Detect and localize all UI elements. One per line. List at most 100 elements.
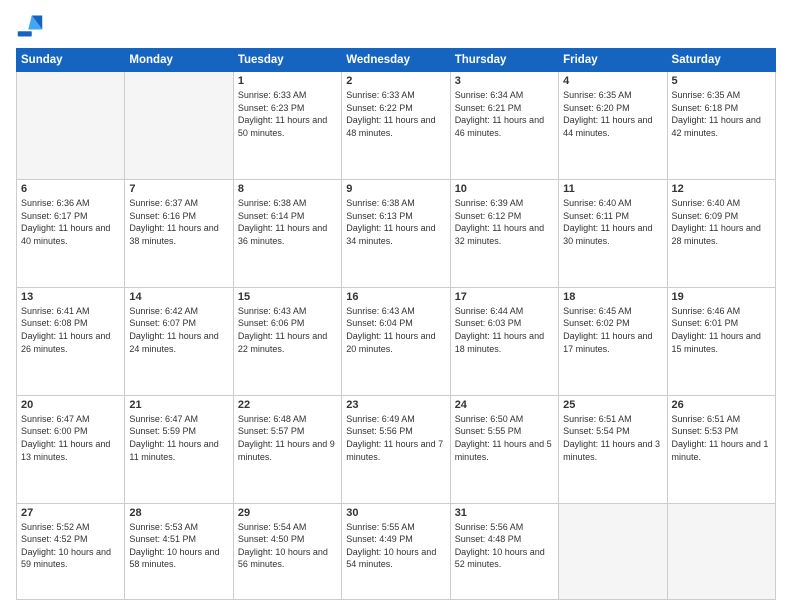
day-number: 9 — [346, 183, 445, 195]
day-number: 18 — [563, 291, 662, 303]
calendar-cell: 8 Sunrise: 6:38 AM Sunset: 6:14 PM Daylig… — [233, 179, 341, 287]
cell-sun-info: Sunrise: 6:33 AM Sunset: 6:23 PM Dayligh… — [238, 89, 337, 139]
cell-sun-info: Sunrise: 6:34 AM Sunset: 6:21 PM Dayligh… — [455, 89, 554, 139]
cell-sun-info: Sunrise: 6:47 AM Sunset: 5:59 PM Dayligh… — [129, 413, 228, 463]
day-number: 2 — [346, 75, 445, 87]
logo-icon — [16, 12, 44, 40]
cell-sun-info: Sunrise: 5:53 AM Sunset: 4:51 PM Dayligh… — [129, 521, 228, 571]
day-number: 12 — [672, 183, 771, 195]
day-number: 27 — [21, 507, 120, 519]
day-number: 24 — [455, 399, 554, 411]
day-number: 7 — [129, 183, 228, 195]
calendar-cell: 17Sunrise: 6:44 AM Sunset: 6:03 PM Dayli… — [450, 287, 558, 395]
calendar-cell: 2 Sunrise: 6:33 AM Sunset: 6:22 PM Daylig… — [342, 72, 450, 180]
day-number: 13 — [21, 291, 120, 303]
weekday-header-sunday: Sunday — [17, 49, 125, 72]
calendar-row-1: 6 Sunrise: 6:36 AM Sunset: 6:17 PM Daylig… — [17, 179, 776, 287]
calendar-cell: 13 Sunrise: 6:41 AM Sunset: 6:08 PM Dayli… — [17, 287, 125, 395]
calendar-cell: 19 Sunrise: 6:46 AM Sunset: 6:01 PM Dayli… — [667, 287, 775, 395]
weekday-header-monday: Monday — [125, 49, 233, 72]
calendar-cell: 5 Sunrise: 6:35 AM Sunset: 6:18 PM Daylig… — [667, 72, 775, 180]
calendar-cell: 24 Sunrise: 6:50 AM Sunset: 5:55 PM Dayli… — [450, 395, 558, 503]
calendar-cell: 14 Sunrise: 6:42 AM Sunset: 6:07 PM Dayli… — [125, 287, 233, 395]
calendar-cell: 16Sunrise: 6:43 AM Sunset: 6:04 PM Dayli… — [342, 287, 450, 395]
cell-sun-info: Sunrise: 6:38 AM Sunset: 6:13 PM Dayligh… — [346, 197, 445, 247]
cell-sun-info: Sunrise: 6:40 AM Sunset: 6:11 PM Dayligh… — [563, 197, 662, 247]
cell-sun-info: Sunrise: 6:37 AM Sunset: 6:16 PM Dayligh… — [129, 197, 228, 247]
cell-sun-info: Sunrise: 6:43 AM Sunset: 6:04 PM Dayligh… — [346, 305, 445, 355]
day-number: 4 — [563, 75, 662, 87]
day-number: 14 — [129, 291, 228, 303]
day-number: 17 — [455, 291, 554, 303]
calendar-cell: 29 Sunrise: 5:54 AM Sunset: 4:50 PM Dayli… — [233, 503, 341, 599]
cell-sun-info: Sunrise: 6:38 AM Sunset: 6:14 PM Dayligh… — [238, 197, 337, 247]
cell-sun-info: Sunrise: 6:43 AM Sunset: 6:06 PM Dayligh… — [238, 305, 337, 355]
calendar-cell: 12Sunrise: 6:40 AM Sunset: 6:09 PM Dayli… — [667, 179, 775, 287]
day-number: 19 — [672, 291, 771, 303]
cell-sun-info: Sunrise: 6:50 AM Sunset: 5:55 PM Dayligh… — [455, 413, 554, 463]
cell-sun-info: Sunrise: 6:51 AM Sunset: 5:54 PM Dayligh… — [563, 413, 662, 463]
day-number: 20 — [21, 399, 120, 411]
weekday-header-thursday: Thursday — [450, 49, 558, 72]
calendar-cell — [559, 503, 667, 599]
weekday-header-saturday: Saturday — [667, 49, 775, 72]
cell-sun-info: Sunrise: 6:42 AM Sunset: 6:07 PM Dayligh… — [129, 305, 228, 355]
weekday-header-friday: Friday — [559, 49, 667, 72]
calendar-row-2: 13 Sunrise: 6:41 AM Sunset: 6:08 PM Dayli… — [17, 287, 776, 395]
cell-sun-info: Sunrise: 6:46 AM Sunset: 6:01 PM Dayligh… — [672, 305, 771, 355]
calendar-row-4: 27 Sunrise: 5:52 AM Sunset: 4:52 PM Dayli… — [17, 503, 776, 599]
day-number: 29 — [238, 507, 337, 519]
calendar-cell: 25Sunrise: 6:51 AM Sunset: 5:54 PM Dayli… — [559, 395, 667, 503]
cell-sun-info: Sunrise: 6:39 AM Sunset: 6:12 PM Dayligh… — [455, 197, 554, 247]
day-number: 3 — [455, 75, 554, 87]
day-number: 11 — [563, 183, 662, 195]
day-number: 26 — [672, 399, 771, 411]
calendar-row-0: 1 Sunrise: 6:33 AM Sunset: 6:23 PM Daylig… — [17, 72, 776, 180]
weekday-header-row: SundayMondayTuesdayWednesdayThursdayFrid… — [17, 49, 776, 72]
cell-sun-info: Sunrise: 6:51 AM Sunset: 5:53 PM Dayligh… — [672, 413, 771, 463]
calendar-cell: 1 Sunrise: 6:33 AM Sunset: 6:23 PM Daylig… — [233, 72, 341, 180]
cell-sun-info: Sunrise: 5:52 AM Sunset: 4:52 PM Dayligh… — [21, 521, 120, 571]
calendar-cell: 15 Sunrise: 6:43 AM Sunset: 6:06 PM Dayli… — [233, 287, 341, 395]
calendar-cell: 4 Sunrise: 6:35 AM Sunset: 6:20 PM Daylig… — [559, 72, 667, 180]
cell-sun-info: Sunrise: 6:49 AM Sunset: 5:56 PM Dayligh… — [346, 413, 445, 463]
calendar-cell: 26 Sunrise: 6:51 AM Sunset: 5:53 PM Dayli… — [667, 395, 775, 503]
day-number: 1 — [238, 75, 337, 87]
cell-sun-info: Sunrise: 6:36 AM Sunset: 6:17 PM Dayligh… — [21, 197, 120, 247]
calendar-cell: 30Sunrise: 5:55 AM Sunset: 4:49 PM Dayli… — [342, 503, 450, 599]
cell-sun-info: Sunrise: 5:54 AM Sunset: 4:50 PM Dayligh… — [238, 521, 337, 571]
cell-sun-info: Sunrise: 6:35 AM Sunset: 6:18 PM Dayligh… — [672, 89, 771, 139]
calendar-cell: 28 Sunrise: 5:53 AM Sunset: 4:51 PM Dayli… — [125, 503, 233, 599]
day-number: 31 — [455, 507, 554, 519]
calendar-cell — [667, 503, 775, 599]
calendar-row-3: 20 Sunrise: 6:47 AM Sunset: 6:00 PM Dayli… — [17, 395, 776, 503]
calendar-cell: 31 Sunrise: 5:56 AM Sunset: 4:48 PM Dayli… — [450, 503, 558, 599]
calendar-cell: 22Sunrise: 6:48 AM Sunset: 5:57 PM Dayli… — [233, 395, 341, 503]
calendar-cell — [125, 72, 233, 180]
cell-sun-info: Sunrise: 6:48 AM Sunset: 5:57 PM Dayligh… — [238, 413, 337, 463]
day-number: 6 — [21, 183, 120, 195]
day-number: 21 — [129, 399, 228, 411]
cell-sun-info: Sunrise: 5:56 AM Sunset: 4:48 PM Dayligh… — [455, 521, 554, 571]
calendar-cell — [17, 72, 125, 180]
day-number: 8 — [238, 183, 337, 195]
day-number: 15 — [238, 291, 337, 303]
calendar-cell: 21 Sunrise: 6:47 AM Sunset: 5:59 PM Dayli… — [125, 395, 233, 503]
day-number: 5 — [672, 75, 771, 87]
calendar-cell: 23 Sunrise: 6:49 AM Sunset: 5:56 PM Dayli… — [342, 395, 450, 503]
cell-sun-info: Sunrise: 6:47 AM Sunset: 6:00 PM Dayligh… — [21, 413, 120, 463]
cell-sun-info: Sunrise: 6:41 AM Sunset: 6:08 PM Dayligh… — [21, 305, 120, 355]
calendar-cell: 7 Sunrise: 6:37 AM Sunset: 6:16 PM Daylig… — [125, 179, 233, 287]
calendar-cell: 11 Sunrise: 6:40 AM Sunset: 6:11 PM Dayli… — [559, 179, 667, 287]
calendar-cell: 18 Sunrise: 6:45 AM Sunset: 6:02 PM Dayli… — [559, 287, 667, 395]
cell-sun-info: Sunrise: 6:33 AM Sunset: 6:22 PM Dayligh… — [346, 89, 445, 139]
calendar-cell: 10 Sunrise: 6:39 AM Sunset: 6:12 PM Dayli… — [450, 179, 558, 287]
day-number: 10 — [455, 183, 554, 195]
calendar-table: SundayMondayTuesdayWednesdayThursdayFrid… — [16, 48, 776, 600]
logo — [16, 12, 48, 40]
cell-sun-info: Sunrise: 6:45 AM Sunset: 6:02 PM Dayligh… — [563, 305, 662, 355]
cell-sun-info: Sunrise: 6:35 AM Sunset: 6:20 PM Dayligh… — [563, 89, 662, 139]
weekday-header-tuesday: Tuesday — [233, 49, 341, 72]
day-number: 23 — [346, 399, 445, 411]
day-number: 28 — [129, 507, 228, 519]
